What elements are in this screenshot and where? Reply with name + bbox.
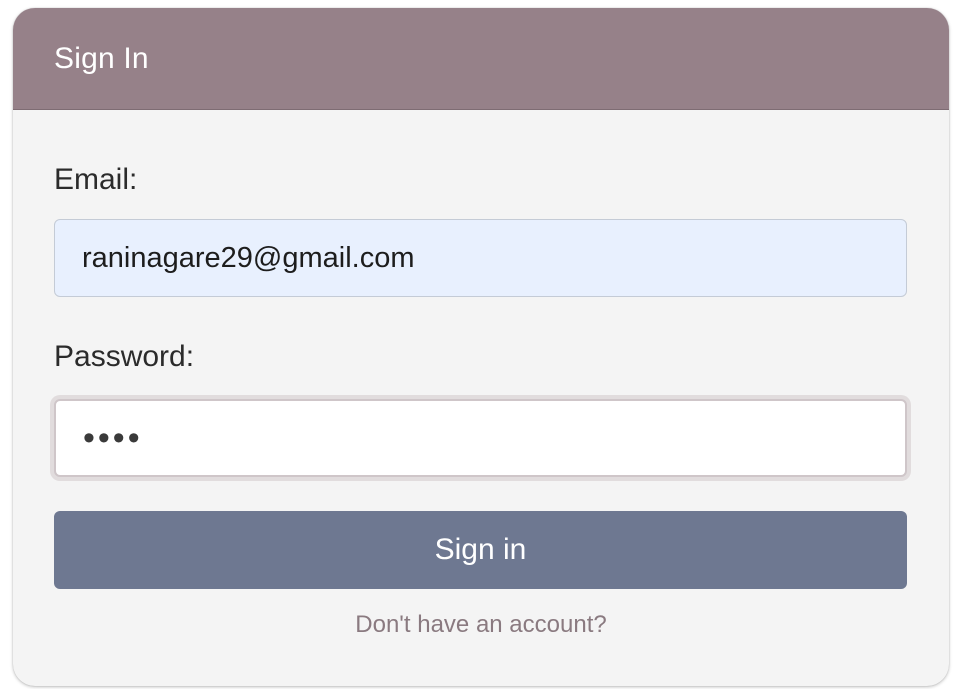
- card-header: Sign In: [13, 8, 949, 110]
- password-field[interactable]: [54, 399, 907, 477]
- email-field[interactable]: [54, 219, 907, 297]
- email-label: Email:: [54, 163, 138, 196]
- page-title: Sign In: [54, 41, 149, 75]
- create-account-link[interactable]: Don't have an account?: [13, 611, 949, 639]
- sign-in-card: Sign In Email: Password: Sign in Don't h…: [13, 8, 949, 686]
- sign-in-button[interactable]: Sign in: [54, 511, 907, 589]
- password-label: Password:: [54, 340, 195, 373]
